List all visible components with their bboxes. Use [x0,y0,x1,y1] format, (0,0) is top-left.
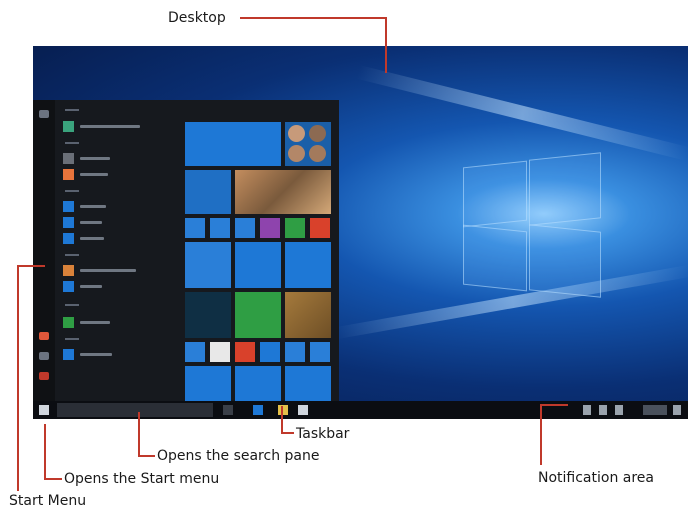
app-tile[interactable] [185,242,231,288]
start-button-label: Opens the Start menu [64,471,220,487]
small-tile[interactable] [310,342,330,362]
app-list-item[interactable] [63,120,140,132]
small-tile[interactable] [285,218,305,238]
small-tile[interactable] [185,218,205,238]
notification-area-leader [540,404,568,406]
action-center-icon[interactable] [673,405,681,415]
window-logo-pane [463,160,527,228]
notification-area-label: Notification area [538,470,654,486]
app-group-header [65,109,79,111]
calendar-tile[interactable] [185,170,231,214]
taskbar-label: Taskbar [296,426,350,442]
small-tile[interactable] [260,342,280,362]
mail-tile[interactable] [185,122,281,166]
app-group-header [65,142,79,144]
start-button-leader [44,478,62,480]
small-tile[interactable] [235,342,255,362]
start-rail [33,100,55,401]
avatar [309,125,326,142]
app-list-item[interactable] [63,348,112,360]
small-tile[interactable] [285,342,305,362]
notification-area-leader [540,405,542,465]
search-pane-leader [138,455,155,457]
app-tile[interactable] [235,366,281,401]
taskbar-leader [281,406,283,433]
desktop-label: Desktop [168,10,226,26]
window-logo-pane [529,152,601,226]
file-explorer-icon[interactable] [278,405,288,415]
network-icon[interactable] [583,405,591,415]
window-logo-pane [529,224,601,298]
app-list-item[interactable] [63,316,110,328]
window-logo-pane [463,224,527,292]
clock[interactable] [643,405,667,415]
taskbar [33,401,688,419]
start-button-leader [44,424,46,479]
store-icon[interactable] [298,405,308,415]
app-list-item[interactable] [63,232,104,244]
xbox-tile[interactable] [235,292,281,338]
desktop-leader [240,17,386,19]
battery-icon[interactable] [615,405,623,415]
avatar [288,125,305,142]
user-icon[interactable] [39,332,49,340]
avatar [309,145,326,162]
power-icon[interactable] [39,372,49,380]
start-menu-leader [17,265,45,267]
settings-icon[interactable] [39,352,49,360]
small-tile[interactable] [185,342,205,362]
app-tile[interactable] [285,292,331,338]
small-tile[interactable] [310,218,330,238]
small-tile[interactable] [235,218,255,238]
photos-tile[interactable] [235,170,331,214]
hamburger-icon[interactable] [39,110,49,118]
app-list-item[interactable] [63,264,136,276]
search-box[interactable] [57,403,213,417]
avatar [288,145,305,162]
task-view-icon[interactable] [223,405,233,415]
app-list-item[interactable] [63,200,106,212]
search-pane-leader [138,412,140,456]
app-group-header [65,304,79,306]
app-tile[interactable] [285,366,331,401]
light-beam [356,65,688,161]
start-menu[interactable] [33,100,339,401]
app-group-header [65,338,79,340]
app-tile[interactable] [185,366,231,401]
start-menu-label: Start Menu [9,493,87,509]
app-list-item[interactable] [63,216,102,228]
start-button[interactable] [39,405,49,415]
app-list-item[interactable] [63,168,108,180]
start-menu-leader [17,265,19,491]
small-tile[interactable] [210,218,230,238]
small-tile[interactable] [260,218,280,238]
app-tile[interactable] [185,292,231,338]
app-list-item[interactable] [63,280,102,292]
app-group-header [65,190,79,192]
taskbar-leader [281,432,294,434]
volume-icon[interactable] [599,405,607,415]
app-tile[interactable] [285,242,331,288]
people-tile[interactable] [285,122,331,166]
desktop [33,46,688,419]
search-pane-label: Opens the search pane [157,448,320,464]
app-group-header [65,254,79,256]
desktop-leader [385,17,387,73]
edge-icon[interactable] [253,405,263,415]
app-list-item[interactable] [63,152,110,164]
app-tile[interactable] [235,242,281,288]
small-tile[interactable] [210,342,230,362]
